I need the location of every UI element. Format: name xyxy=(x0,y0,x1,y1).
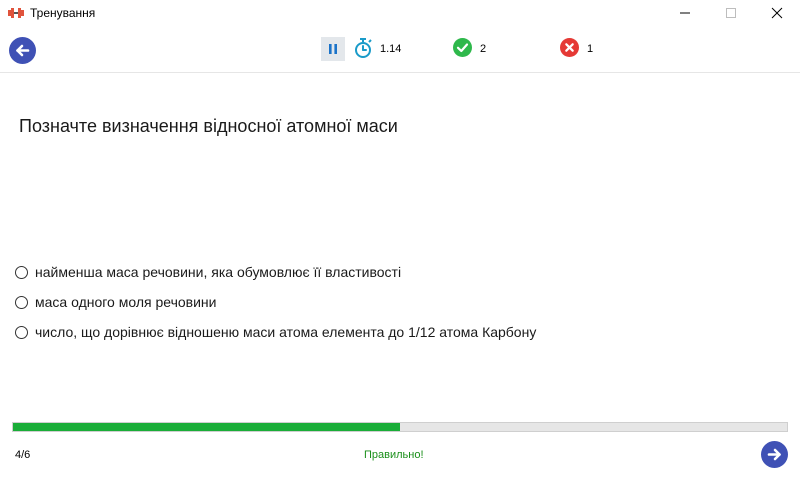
toolbar: 1.14 2 1 xyxy=(0,26,800,73)
maximize-icon xyxy=(726,8,736,18)
wrong-count: 1 xyxy=(587,43,594,55)
minimize-icon xyxy=(680,12,690,14)
next-button[interactable] xyxy=(761,441,788,468)
pause-button[interactable] xyxy=(321,37,345,61)
progress-bar xyxy=(12,422,788,432)
answer-status: Правильно! xyxy=(364,449,424,461)
window-title: Тренування xyxy=(30,6,96,20)
timer-value: 1.14 xyxy=(380,43,402,55)
question-text: Позначте визначення відносної атомної ма… xyxy=(19,116,398,136)
answer-label[interactable]: найменша маса речовини, яка обумовлює її… xyxy=(35,263,401,281)
progress-fill xyxy=(13,423,400,431)
answer-option-3[interactable]: число, що дорівнює відношеню маси атома … xyxy=(15,317,785,347)
answer-label[interactable]: число, що дорівнює відношеню маси атома … xyxy=(35,323,536,341)
title-bar: Тренування xyxy=(0,0,800,26)
arrow-left-icon xyxy=(16,44,30,57)
close-button[interactable] xyxy=(754,0,800,26)
pause-icon xyxy=(329,44,337,54)
arrow-right-icon xyxy=(767,448,781,461)
answer-option-2[interactable]: маса одного моля речовини xyxy=(15,287,785,317)
answer-list: найменша маса речовини, яка обумовлює її… xyxy=(15,257,785,347)
x-circle-icon xyxy=(560,38,579,57)
answer-label[interactable]: маса одного моля речовини xyxy=(35,293,216,311)
back-button[interactable] xyxy=(9,37,36,64)
check-circle-icon xyxy=(453,38,472,57)
dumbbell-icon xyxy=(8,6,24,20)
answer-option-1[interactable]: найменша маса речовини, яка обумовлює її… xyxy=(15,257,785,287)
radio-button[interactable] xyxy=(15,265,28,279)
question-counter: 4/6 xyxy=(15,449,31,461)
radio-button[interactable] xyxy=(15,325,28,339)
correct-count: 2 xyxy=(480,43,487,55)
maximize-button[interactable] xyxy=(708,0,754,26)
radio-button[interactable] xyxy=(15,295,28,309)
close-icon xyxy=(771,7,783,19)
minimize-button[interactable] xyxy=(662,0,708,26)
stopwatch-icon xyxy=(352,37,374,59)
